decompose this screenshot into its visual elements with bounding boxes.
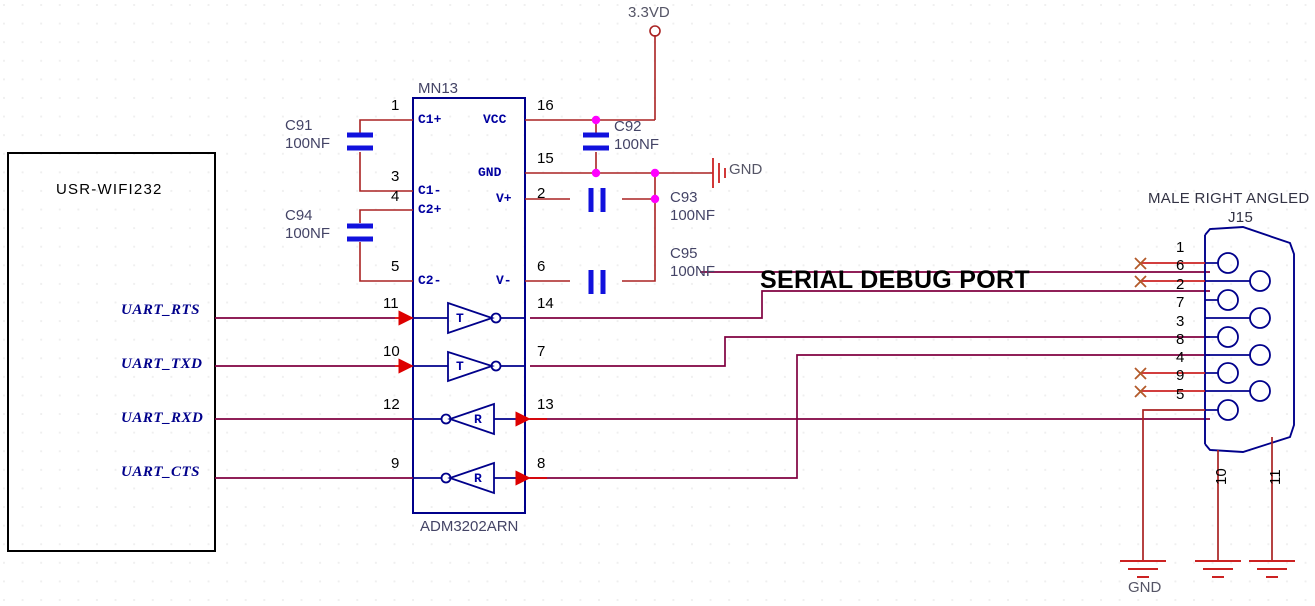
ic-pin-number-10: 10 — [383, 343, 400, 360]
ic-pin-name-c2n: C2- — [418, 273, 442, 288]
capacitor-c94-value: 100NF — [285, 225, 331, 242]
connector-pin-number-3: 3 — [1176, 313, 1185, 330]
capacitor-c91-symbol — [347, 132, 373, 151]
capacitor-c93-refdes: C93 — [670, 189, 698, 206]
gnd-symbol-pin5 — [1120, 560, 1166, 578]
capacitor-c95-symbol — [588, 270, 606, 294]
capacitor-c92-value: 100NF — [614, 136, 660, 153]
charge-pump-wiring — [359, 119, 413, 282]
gnd-symbol-shell-11 — [1249, 560, 1295, 578]
ic-pin-name-vplus: V+ — [496, 191, 512, 206]
ic-pin-name-gnd: GND — [478, 165, 502, 180]
connector-description: MALE RIGHT ANGLED — [1148, 190, 1310, 207]
connector-pin-number-2: 2 — [1176, 276, 1185, 293]
ic-pin-number-16: 16 — [537, 97, 554, 114]
receiver-buffer-2-label: R — [474, 471, 482, 486]
connector-shell-pin-number-10: 10 — [1213, 468, 1230, 485]
module-block-outline — [7, 152, 216, 552]
module-pin-label-uart-rxd: UART_RXD — [121, 410, 204, 426]
db9-pin-circles — [1217, 252, 1271, 421]
ic-part-number: ADM3202ARN — [420, 518, 519, 535]
ic-pin-name-c1n: C1- — [418, 183, 442, 198]
connector-shell-pin-number-11: 11 — [1267, 469, 1284, 485]
module-pin-label-uart-cts: UART_CTS — [121, 464, 201, 480]
connector-refdes: J15 — [1228, 209, 1254, 226]
ic-pin-number-2: 2 — [537, 185, 546, 202]
connector-pin-number-8: 8 — [1176, 331, 1185, 348]
db9-stub-wires — [1140, 262, 1205, 392]
ic-pin-name-vcc: VCC — [483, 112, 507, 127]
ic-body-outline — [412, 97, 526, 514]
capacitor-c93-symbol — [588, 188, 606, 212]
ic-pin-name-c1p: C1+ — [418, 112, 442, 127]
ic-pin-number-1: 1 — [391, 97, 400, 114]
ic-refdes: MN13 — [418, 80, 459, 97]
connector-pin-number-4: 4 — [1176, 349, 1185, 366]
ic-pin-number-4: 4 — [391, 188, 400, 205]
connector-pin-number-6: 6 — [1176, 257, 1185, 274]
ic-pin-number-13: 13 — [537, 396, 554, 413]
connector-pin-number-9: 9 — [1176, 367, 1185, 384]
ic-pin-number-14: 14 — [537, 295, 554, 312]
driver-buffer-1-label: T — [456, 311, 464, 326]
receiver-buffer-1 — [413, 402, 525, 436]
capacitor-c93-value: 100NF — [670, 207, 716, 224]
module-pin-label-uart-txd: UART_TXD — [121, 356, 203, 372]
driver-buffer-2-label: T — [456, 359, 464, 374]
power-label-3v3d: 3.3VD — [628, 4, 670, 21]
receiver-buffer-2 — [413, 461, 525, 495]
capacitor-c92-refdes: C92 — [614, 118, 642, 135]
ic-pin-number-6: 6 — [537, 258, 546, 275]
connector-pin-number-5: 5 — [1176, 386, 1185, 403]
connector-pin-number-1: 1 — [1176, 239, 1185, 256]
ic-pin-number-11: 11 — [383, 295, 399, 312]
ic-pin-number-3: 3 — [391, 168, 400, 185]
capacitor-c91-refdes: C91 — [285, 117, 313, 134]
gnd-label-connector: GND — [1128, 579, 1162, 596]
receiver-buffer-1-label: R — [474, 412, 482, 427]
rs232-routing-wires — [530, 290, 1210, 479]
ic-pin-number-15: 15 — [537, 150, 554, 167]
gnd-symbol-ic — [712, 158, 726, 188]
driver-buffer-2 — [413, 350, 525, 383]
power-terminal-3v3 — [649, 25, 661, 37]
ic-pin-number-12: 12 — [383, 396, 400, 413]
ic-pin-number-8: 8 — [537, 455, 546, 472]
ic-pin-number-7: 7 — [537, 343, 546, 360]
capacitor-c94-symbol — [347, 223, 373, 242]
page-title: SERIAL DEBUG PORT — [760, 266, 1030, 294]
capacitor-c95-value: 100NF — [670, 263, 716, 280]
no-connect-markers — [1134, 257, 1147, 398]
schematic-canvas: USR-WIFI232 UART_RTS UART_TXD UART_RXD U… — [0, 0, 1315, 606]
gnd-label-ic: GND — [729, 161, 763, 178]
capacitor-c92-symbol — [583, 132, 609, 151]
db9-shell-wires — [1217, 437, 1273, 561]
driver-buffer-1 — [413, 301, 525, 335]
gnd-symbol-shell-10 — [1195, 560, 1241, 578]
ic-pin-name-c2p: C2+ — [418, 202, 442, 217]
db9-pin-leads — [1205, 262, 1250, 411]
capacitor-c91-value: 100NF — [285, 135, 331, 152]
capacitor-c94-refdes: C94 — [285, 207, 313, 224]
capacitor-c95-refdes: C95 — [670, 245, 698, 262]
module-pin-label-uart-rts: UART_RTS — [121, 302, 201, 318]
ic-pin-name-vminus: V- — [496, 273, 512, 288]
connector-pin-number-7: 7 — [1176, 294, 1185, 311]
db9-pin5-gnd-wire — [1142, 409, 1205, 561]
ic-pin-number-9: 9 — [391, 455, 400, 472]
ic-pin-number-5: 5 — [391, 258, 400, 275]
module-block-title: USR-WIFI232 — [56, 181, 163, 198]
